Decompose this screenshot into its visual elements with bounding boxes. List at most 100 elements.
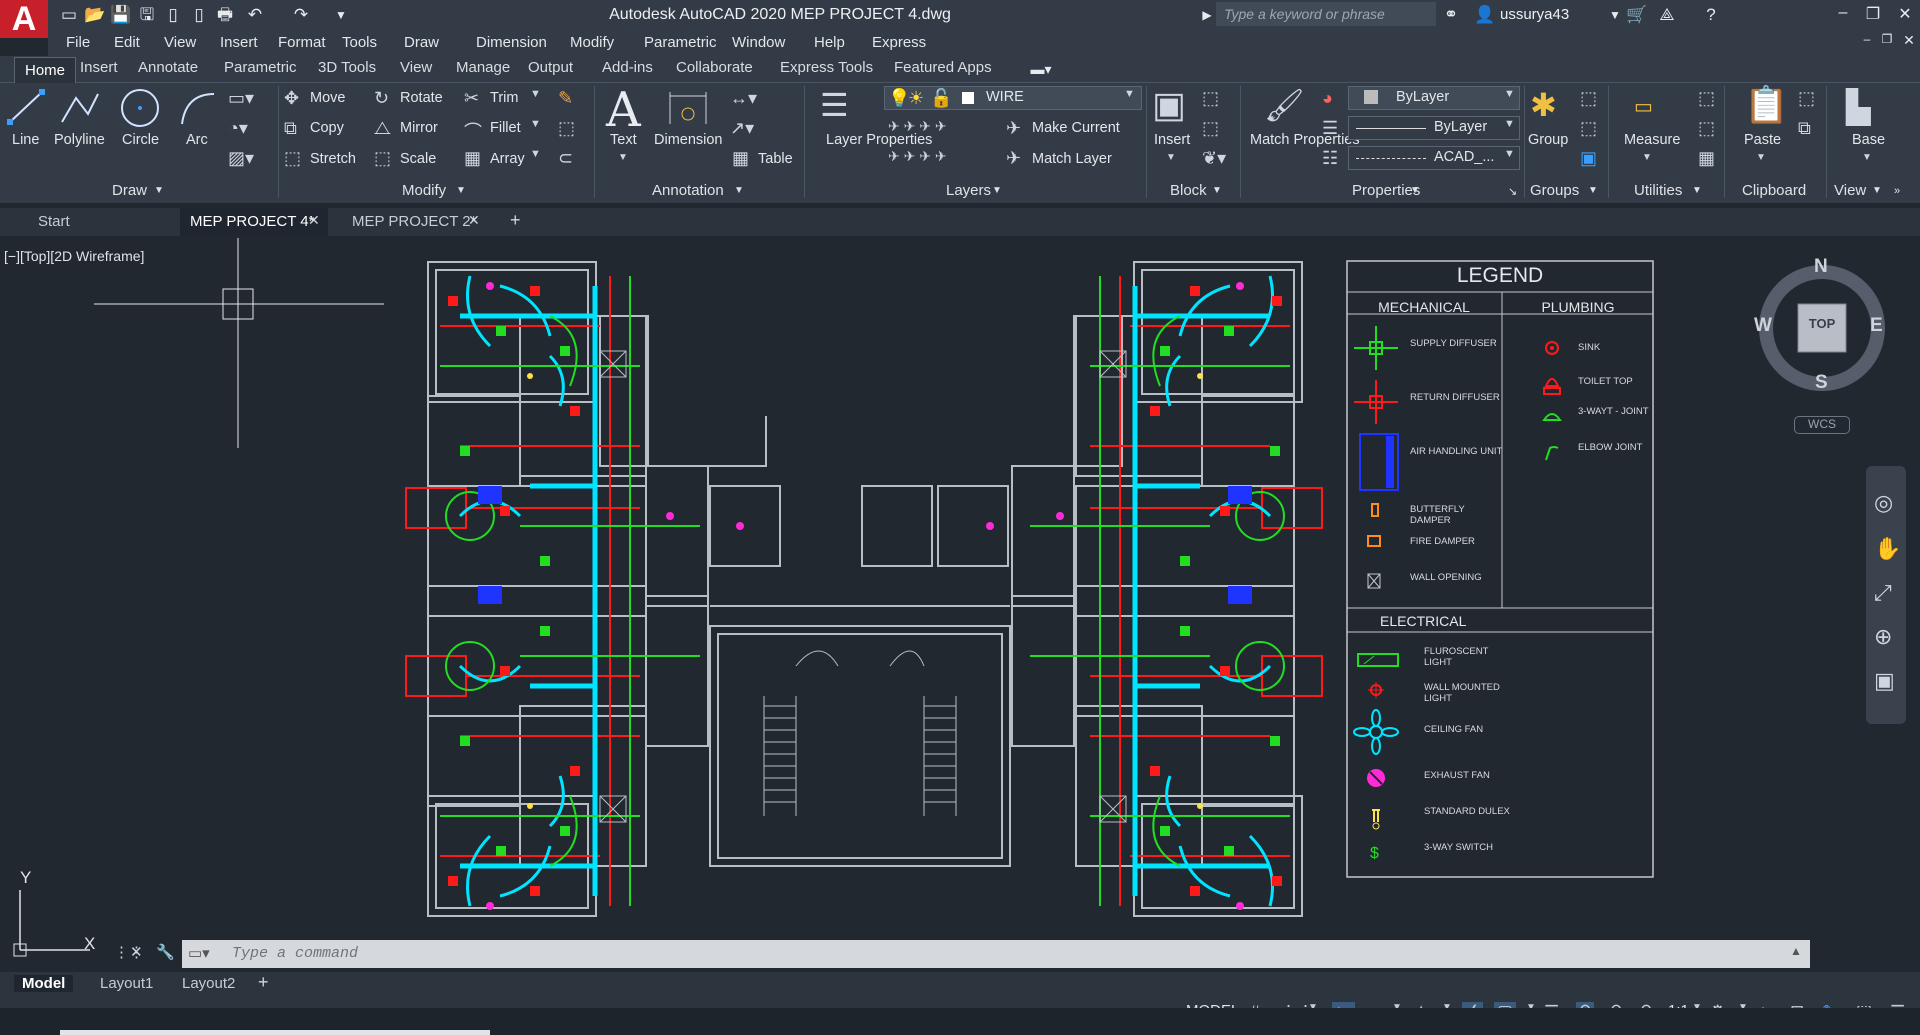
menu-item-dimension[interactable]: Dimension xyxy=(476,34,547,51)
clipboard-panel-title[interactable]: Clipboard xyxy=(1742,182,1806,199)
tab-mep-project-4[interactable]: MEP PROJECT 4* xyxy=(180,208,328,236)
app-logo[interactable]: A xyxy=(0,0,48,38)
lineweight-dropdown-icon[interactable]: ▼ xyxy=(1504,118,1515,130)
save-as-icon[interactable]: 🖫 xyxy=(136,4,158,26)
user-dropdown-icon[interactable]: ▼ xyxy=(1604,4,1626,26)
circle-icon[interactable] xyxy=(118,86,162,130)
copy-button[interactable]: Copy xyxy=(310,120,344,136)
menu-item-tools[interactable]: Tools xyxy=(342,34,377,51)
measure-dropdown-icon[interactable]: ▼ xyxy=(1642,152,1652,163)
calculator-icon[interactable]: ▦ xyxy=(1698,148,1715,169)
trim-button[interactable]: Trim xyxy=(490,90,518,106)
layers-panel-title[interactable]: Layers xyxy=(946,182,991,199)
layer-tools-icons[interactable]: ✈ ✈ ✈ ✈ xyxy=(888,118,947,135)
ribbon-minimize-icon[interactable]: ▬▾ xyxy=(1030,58,1052,80)
line-button[interactable]: Line xyxy=(12,132,39,148)
line-icon[interactable] xyxy=(4,88,48,128)
tab-close-icon[interactable]: ✕ xyxy=(468,212,480,229)
paste-icon[interactable]: 📋 xyxy=(1744,84,1789,126)
menu-item-file[interactable]: File xyxy=(66,34,90,51)
layer-dropdown-icon[interactable]: ▼ xyxy=(1124,88,1135,100)
gradient-icon[interactable]: ▨▾ xyxy=(228,148,254,169)
open-file-icon[interactable]: 📂 xyxy=(84,4,106,26)
binoculars-icon[interactable]: ⚭ xyxy=(1440,4,1462,26)
group-edit-icon[interactable]: ⬚ xyxy=(1580,118,1597,139)
save-icon[interactable]: 💾 xyxy=(110,4,132,26)
insert-dropdown-icon[interactable]: ▼ xyxy=(1166,152,1176,163)
base-button[interactable]: Base xyxy=(1852,132,1885,148)
block-attributes-icon[interactable]: ❦▾ xyxy=(1202,148,1226,169)
match-layer-button[interactable]: Match Layer xyxy=(1032,151,1112,167)
leader-icon[interactable]: ↗▾ xyxy=(730,118,754,139)
new-layout-icon[interactable]: + xyxy=(258,972,269,993)
properties-dialog-launcher-icon[interactable]: ↘ xyxy=(1508,185,1517,198)
modify-panel-title[interactable]: Modify xyxy=(402,182,446,199)
tab-start[interactable]: Start xyxy=(28,208,178,236)
restore-icon[interactable]: ❐ xyxy=(1862,4,1884,26)
draw-panel-expand-icon[interactable]: ▼ xyxy=(154,185,164,196)
utilities-panel-title[interactable]: Utilities xyxy=(1634,182,1682,199)
menu-item-view[interactable]: View xyxy=(164,34,196,51)
close-icon[interactable]: ✕ xyxy=(1894,4,1916,26)
floor-plan-drawing[interactable] xyxy=(400,256,1330,926)
tab-manage[interactable]: Manage xyxy=(456,59,510,76)
new-file-icon[interactable]: ▭ xyxy=(58,4,80,26)
block-panel-expand-icon[interactable]: ▼ xyxy=(1212,185,1222,196)
compass-south[interactable]: S xyxy=(1815,372,1828,394)
mirror-button[interactable]: Mirror xyxy=(400,120,438,136)
menu-item-edit[interactable]: Edit xyxy=(114,34,140,51)
draw-panel-title[interactable]: Draw xyxy=(112,182,147,199)
paste-button[interactable]: Paste xyxy=(1744,132,1781,148)
modify-panel-expand-icon[interactable]: ▼ xyxy=(456,185,466,196)
fillet-dropdown-icon[interactable]: ▼ xyxy=(530,118,541,130)
quick-select-icon[interactable]: ⬚ xyxy=(1698,88,1715,109)
ungroup-icon[interactable]: ⬚ xyxy=(1580,88,1597,109)
layout-tab-layout2[interactable]: Layout2 xyxy=(182,975,235,992)
insert-block-icon[interactable]: ▣ xyxy=(1152,84,1186,126)
tab-close-icon[interactable]: ✕ xyxy=(308,212,320,229)
text-icon[interactable]: A xyxy=(606,82,641,138)
wcs-menu[interactable]: WCS xyxy=(1794,416,1850,434)
showmotion-icon[interactable]: ▣ xyxy=(1874,668,1895,694)
layer-freeze-icon[interactable]: ☀ xyxy=(908,88,924,109)
viewcube-top-face[interactable]: TOP xyxy=(1798,316,1846,331)
color-dropdown-icon[interactable]: ▼ xyxy=(1504,88,1515,100)
table-button[interactable]: Table xyxy=(758,151,793,167)
menu-item-express[interactable]: Express xyxy=(872,34,926,51)
command-history-icon[interactable]: ▭▾ xyxy=(188,944,210,962)
paste-dropdown-icon[interactable]: ▼ xyxy=(1756,152,1766,163)
insert-button[interactable]: Insert xyxy=(1154,132,1190,148)
block-panel-title[interactable]: Block xyxy=(1170,182,1207,199)
save-web-icon[interactable]: ▯ xyxy=(188,4,210,26)
command-expand-icon[interactable]: ▲ xyxy=(1790,944,1802,958)
circle-button[interactable]: Circle xyxy=(122,132,159,148)
open-web-icon[interactable]: ▯ xyxy=(162,4,184,26)
dimension-icon[interactable] xyxy=(666,88,710,128)
properties-panel-expand-icon[interactable]: ▼ xyxy=(1410,185,1420,196)
command-input[interactable]: Type a command xyxy=(182,940,1810,968)
command-customize-icon[interactable]: 🔧 xyxy=(156,943,175,961)
copy-clip-icon[interactable]: ⧉ xyxy=(1798,118,1811,139)
text-button[interactable]: Text xyxy=(610,132,637,148)
cart-icon[interactable]: 🛒 xyxy=(1626,4,1648,26)
menu-item-window[interactable]: Window xyxy=(732,34,785,51)
undo-icon[interactable]: ↶ xyxy=(244,4,266,26)
menu-item-insert[interactable]: Insert xyxy=(220,34,258,51)
stretch-button[interactable]: Stretch xyxy=(310,151,356,167)
array-button[interactable]: Array xyxy=(490,151,525,167)
select-all-icon[interactable]: ⬚ xyxy=(1698,118,1715,139)
arc-button[interactable]: Arc xyxy=(186,132,208,148)
linetype-dropdown-icon[interactable]: ▼ xyxy=(1504,148,1515,160)
rectangle-icon[interactable]: ▭▾ xyxy=(228,88,254,109)
compass-west[interactable]: W xyxy=(1754,315,1772,337)
edit-block-icon[interactable]: ⬚ xyxy=(1202,118,1219,139)
polyline-icon[interactable] xyxy=(58,88,102,128)
cut-icon[interactable]: ⬚ xyxy=(1798,88,1815,109)
pan-icon[interactable]: ✋ xyxy=(1874,536,1901,562)
menu-item-draw[interactable]: Draw xyxy=(404,34,439,51)
tab-insert[interactable]: Insert xyxy=(80,59,118,76)
dimension-button[interactable]: Dimension xyxy=(654,132,723,148)
explode-icon[interactable]: ⬚ xyxy=(558,118,575,139)
create-block-icon[interactable]: ⬚ xyxy=(1202,88,1219,109)
hatch-icon[interactable]: ◔▾ xyxy=(228,118,248,139)
